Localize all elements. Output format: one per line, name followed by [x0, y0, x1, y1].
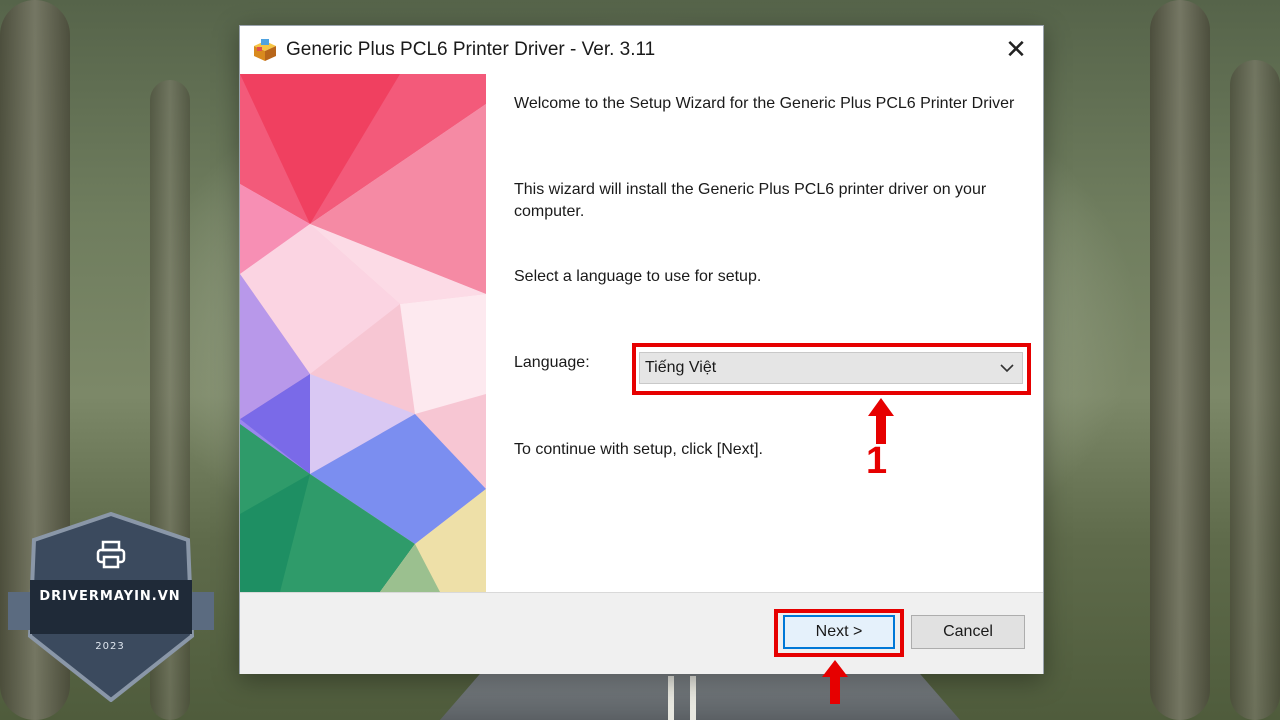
language-highlight-box [632, 343, 1031, 395]
continue-hint: To continue with setup, click [Next]. [514, 441, 763, 458]
road-marking [668, 676, 674, 720]
select-language-prompt: Select a language to use for setup. [514, 268, 762, 285]
installer-box-icon [254, 39, 276, 61]
step-number: 1 [866, 440, 888, 482]
background-trunk-right-2 [1230, 60, 1280, 720]
printer-icon [96, 540, 126, 569]
window-title: Generic Plus PCL6 Printer Driver - Ver. … [286, 39, 656, 60]
road-marking [690, 676, 696, 720]
welcome-heading: Welcome to the Setup Wizard for the Gene… [514, 95, 1015, 112]
close-icon: ✕ [1005, 34, 1027, 64]
cancel-button[interactable]: Cancel [911, 615, 1025, 649]
install-description: This wizard will install the Generic Plu… [514, 181, 987, 220]
language-label: Language: [514, 354, 590, 371]
wizard-footer: Next > Cancel [240, 592, 1043, 674]
wizard-banner-image [240, 74, 486, 592]
up-arrow-icon [868, 398, 894, 444]
title-bar: Generic Plus PCL6 Printer Driver - Ver. … [240, 26, 1043, 74]
background-road [440, 672, 960, 720]
next-highlight-box [774, 609, 904, 657]
background-trunk-right [1150, 0, 1210, 720]
badge-site-name: DRIVERMAYIN.VN [39, 589, 181, 604]
badge-year: 2023 [95, 641, 125, 652]
up-arrow-icon [822, 660, 848, 704]
close-button[interactable]: ✕ [1001, 36, 1031, 64]
